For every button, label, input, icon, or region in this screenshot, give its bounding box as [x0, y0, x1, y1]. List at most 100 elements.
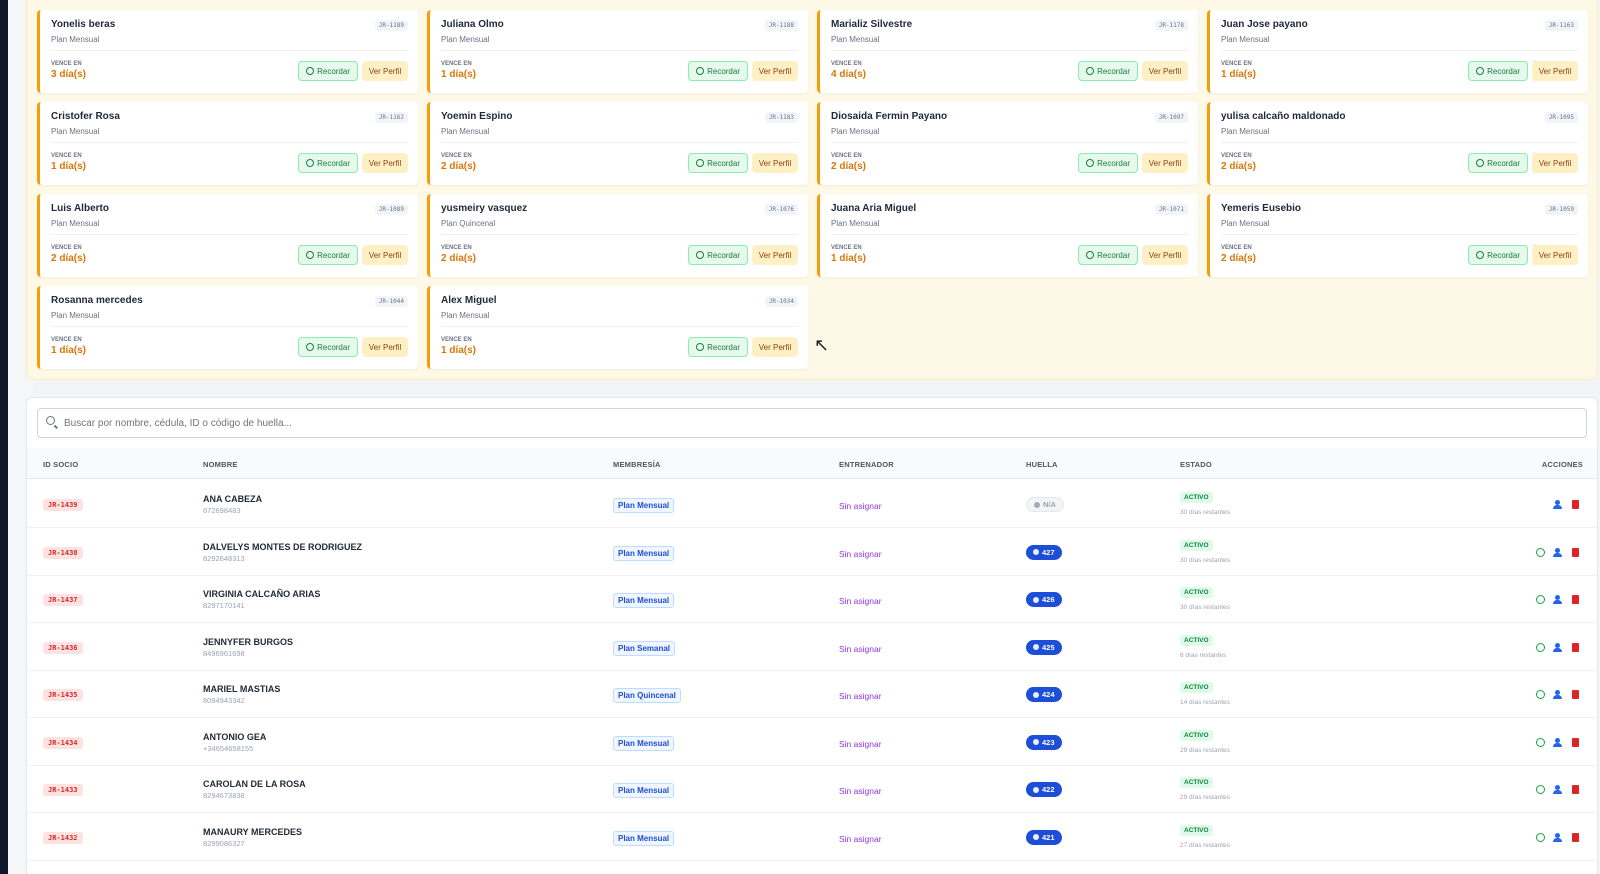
- fingerprint-code: 421: [1042, 832, 1055, 842]
- view-user-icon[interactable]: [1553, 832, 1562, 842]
- card-expires-label: VENCE EN: [831, 153, 862, 159]
- card-divider: [51, 234, 408, 235]
- remind-button[interactable]: Recordar: [1078, 245, 1138, 265]
- card-member-code: JR-1189: [374, 20, 408, 31]
- member-name: DALVELYS MONTES DE RODRIGUEZ: [203, 541, 363, 552]
- remind-button[interactable]: Recordar: [1468, 245, 1528, 265]
- delete-icon[interactable]: [1572, 595, 1579, 604]
- card-member-name: Yemeris Eusebio: [1221, 203, 1302, 214]
- whatsapp-icon[interactable]: [1536, 832, 1545, 842]
- view-profile-button[interactable]: Ver Perfil: [362, 61, 408, 81]
- delete-icon[interactable]: [1572, 737, 1579, 747]
- whatsapp-icon[interactable]: [1536, 690, 1545, 699]
- card-member-name: Diosaida Fermin Payano: [831, 111, 948, 122]
- card-plan: Plan Mensual: [831, 219, 880, 228]
- delete-icon[interactable]: [1572, 785, 1579, 794]
- view-profile-button[interactable]: Ver Perfil: [1142, 153, 1188, 173]
- view-profile-button[interactable]: Ver Perfil: [1532, 61, 1578, 81]
- view-profile-button[interactable]: Ver Perfil: [752, 153, 798, 173]
- view-profile-button[interactable]: Ver Perfil: [1142, 245, 1188, 265]
- view-user-icon[interactable]: [1553, 547, 1562, 557]
- card-expires-label: VENCE EN: [441, 245, 472, 251]
- view-user-icon[interactable]: [1553, 690, 1562, 699]
- fingerprint-badge: 423: [1026, 734, 1062, 750]
- table-row[interactable]: JR-1434 ANTONIO GEA +34654658155 Plan Me…: [27, 718, 1597, 766]
- card-member-name: Yoemin Espino: [441, 111, 513, 122]
- remind-button[interactable]: Recordar: [688, 245, 748, 265]
- table-row[interactable]: JR-1435 MARIEL MASTIAS 8094943342 Plan Q…: [27, 670, 1597, 718]
- card-expires-label: VENCE EN: [1221, 153, 1252, 159]
- card-days-remaining: 2 día(s): [1221, 161, 1257, 172]
- view-user-icon[interactable]: [1553, 737, 1562, 747]
- member-name: ANTONIO GEA: [203, 731, 267, 742]
- remind-button[interactable]: Recordar: [1078, 61, 1138, 81]
- view-profile-button[interactable]: Ver Perfil: [1142, 61, 1188, 81]
- card-member-code: JR-1044: [374, 296, 408, 307]
- delete-icon[interactable]: [1572, 642, 1579, 652]
- view-profile-button[interactable]: Ver Perfil: [752, 61, 798, 81]
- remind-button[interactable]: Recordar: [1468, 61, 1528, 81]
- expiring-members-grid: Yonelis beras Plan Mensual JR-1189 VENCE…: [37, 10, 1588, 369]
- header-estado: ESTADO: [1180, 460, 1212, 469]
- card-days-remaining: 2 día(s): [1221, 253, 1257, 264]
- view-user-icon[interactable]: [1553, 595, 1562, 604]
- whatsapp-icon[interactable]: [1536, 642, 1545, 652]
- table-row[interactable]: JR-1436 JENNYFER BURGOS 8496961698 Plan …: [27, 623, 1597, 671]
- card-member-code: JR-1183: [764, 112, 798, 123]
- remind-button[interactable]: Recordar: [688, 153, 748, 173]
- card-divider: [441, 234, 798, 235]
- remind-label: Recordar: [317, 342, 350, 352]
- card-expires-label: VENCE EN: [1221, 245, 1252, 251]
- status-badge: ACTIVO: [1180, 492, 1213, 503]
- member-phone: 8292648313: [203, 553, 245, 563]
- view-profile-button[interactable]: Ver Perfil: [752, 245, 798, 265]
- view-profile-button[interactable]: Ver Perfil: [362, 153, 408, 173]
- card-member-code: JR-1178: [1154, 20, 1188, 31]
- header-entrenador: ENTRENADOR: [839, 460, 894, 469]
- card-member-code: JR-1071: [1154, 204, 1188, 215]
- delete-icon[interactable]: [1572, 500, 1579, 509]
- view-profile-button[interactable]: Ver Perfil: [362, 337, 408, 357]
- table-row[interactable]: JR-1433 CAROLAN DE LA ROSA 8294673838 Pl…: [27, 765, 1597, 813]
- delete-icon[interactable]: [1572, 690, 1579, 699]
- view-profile-button[interactable]: Ver Perfil: [752, 337, 798, 357]
- whatsapp-icon[interactable]: [1536, 595, 1545, 604]
- remind-button[interactable]: Recordar: [298, 153, 358, 173]
- whatsapp-icon[interactable]: [1536, 785, 1545, 794]
- remind-button[interactable]: Recordar: [298, 61, 358, 81]
- search-input[interactable]: [37, 408, 1587, 438]
- view-user-icon[interactable]: [1553, 785, 1562, 794]
- card-expires-label: VENCE EN: [51, 153, 82, 159]
- table-row[interactable]: JR-1432 MANAURY MERCEDES 8299086327 Plan…: [27, 813, 1597, 861]
- fingerprint-icon: [1033, 596, 1039, 603]
- whatsapp-icon[interactable]: [1536, 737, 1545, 747]
- view-user-icon[interactable]: [1553, 642, 1562, 652]
- mouse-cursor-icon: ↖: [814, 335, 830, 355]
- fingerprint-badge: 424: [1026, 687, 1062, 702]
- card-days-remaining: 2 día(s): [441, 161, 477, 172]
- card-member-name: Marializ Silvestre: [831, 19, 913, 30]
- view-profile-button[interactable]: Ver Perfil: [1532, 153, 1578, 173]
- delete-icon[interactable]: [1572, 547, 1579, 557]
- remind-button[interactable]: Recordar: [298, 245, 358, 265]
- member-id-badge: JR-1435: [43, 689, 83, 701]
- view-user-icon[interactable]: [1553, 500, 1562, 509]
- table-row[interactable]: JR-1437 VIRGINIA CALCAÑO ARIAS 829717014…: [27, 575, 1597, 623]
- view-profile-button[interactable]: Ver Perfil: [362, 245, 408, 265]
- table-row[interactable]: JR-1439 ANA CABEZA 672698483 Plan Mensua…: [27, 480, 1597, 528]
- view-profile-button[interactable]: Ver Perfil: [1532, 245, 1578, 265]
- header-membresia: MEMBRESÍA: [613, 460, 661, 469]
- remind-button[interactable]: Recordar: [1078, 153, 1138, 173]
- card-plan: Plan Mensual: [831, 35, 880, 44]
- delete-icon[interactable]: [1572, 832, 1579, 842]
- remind-button[interactable]: Recordar: [1468, 153, 1528, 173]
- remind-button[interactable]: Recordar: [688, 61, 748, 81]
- member-phone: 8094943342: [203, 696, 245, 705]
- card-expires-label: VENCE EN: [51, 245, 82, 251]
- header-id: ID SOCIO: [43, 460, 79, 469]
- remind-button[interactable]: Recordar: [688, 337, 748, 357]
- table-row[interactable]: JR-1438 DALVELYS MONTES DE RODRIGUEZ 829…: [27, 528, 1597, 576]
- whatsapp-icon[interactable]: [1536, 547, 1545, 557]
- remind-button[interactable]: Recordar: [298, 337, 358, 357]
- whatsapp-icon: [1086, 159, 1095, 167]
